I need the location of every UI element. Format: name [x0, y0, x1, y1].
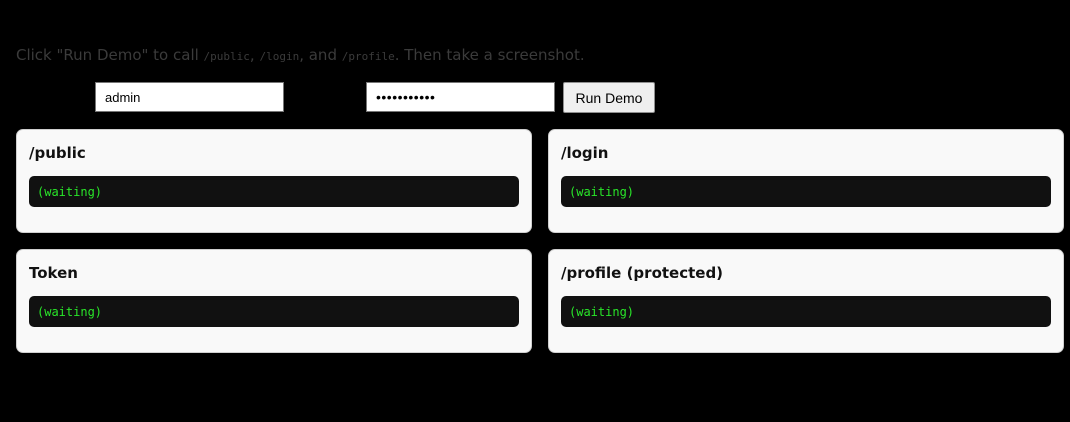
instructions-part2: . Then take a screenshot. — [394, 46, 585, 64]
token-output: (waiting) — [29, 296, 519, 327]
endpoint-public-code: /public — [203, 50, 250, 63]
run-demo-button[interactable]: Run Demo — [563, 82, 655, 113]
page: Click "Run Demo" to call /public, /login… — [0, 0, 1070, 422]
instructions-part1: Click "Run Demo" to call — [16, 46, 204, 64]
token-card-title: Token — [29, 264, 78, 282]
profile-card: /profile (protected) (waiting) — [548, 249, 1064, 353]
login-card: /login (waiting) — [548, 129, 1064, 233]
public-card-title: /public — [29, 144, 86, 162]
public-output: (waiting) — [29, 176, 519, 207]
token-card: Token (waiting) — [16, 249, 532, 353]
profile-output: (waiting) — [561, 296, 1051, 327]
login-card-title: /login — [561, 144, 609, 162]
instructions-text: Click "Run Demo" to call /public, /login… — [16, 46, 585, 64]
token-output-text: (waiting) — [37, 304, 103, 319]
public-card: /public (waiting) — [16, 129, 532, 233]
endpoint-profile-code: /profile — [341, 50, 395, 63]
profile-output-text: (waiting) — [569, 304, 635, 319]
username-input[interactable] — [95, 82, 284, 112]
instructions-sep2: , and — [299, 46, 342, 64]
login-output-text: (waiting) — [569, 184, 635, 199]
public-output-text: (waiting) — [37, 184, 103, 199]
profile-card-title: /profile (protected) — [561, 264, 724, 282]
endpoint-login-code: /login — [259, 50, 300, 63]
password-input[interactable] — [366, 82, 555, 112]
login-output: (waiting) — [561, 176, 1051, 207]
